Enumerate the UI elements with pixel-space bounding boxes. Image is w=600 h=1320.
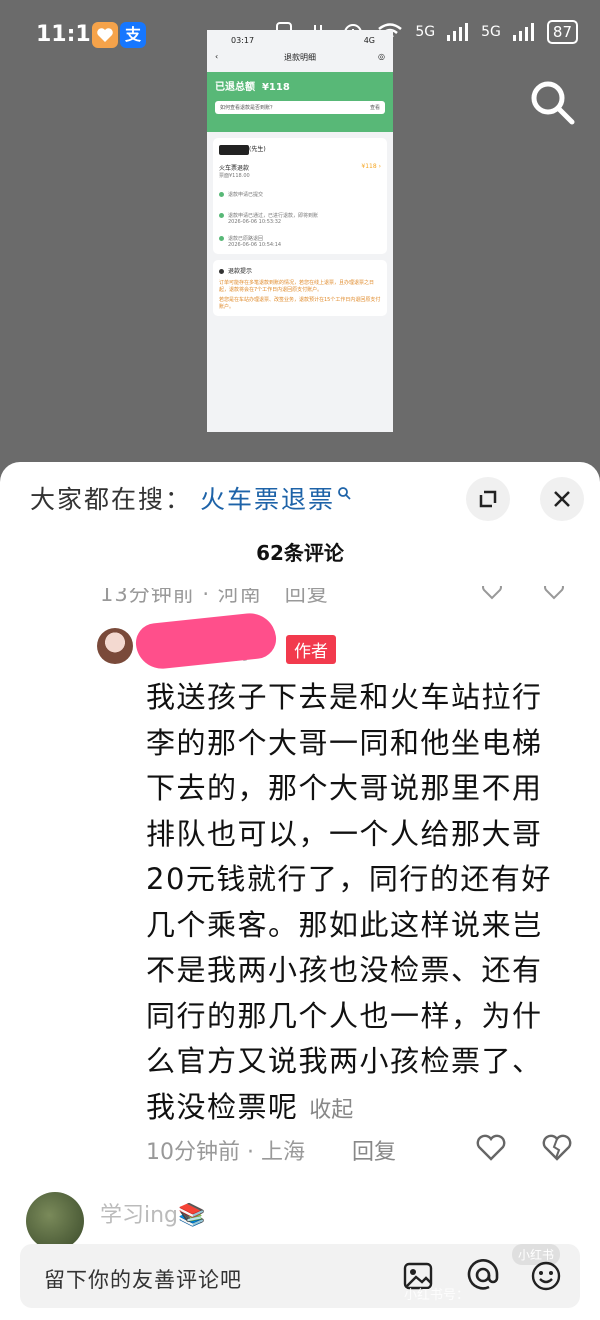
refund-tip-text: 如何查看退款是否到账？ — [220, 105, 276, 111]
hint-item: 若您是在车站办理退票、改签业务，退款预计在15个工作日内退回原支付账户。 — [219, 296, 381, 310]
step-dot-icon — [219, 235, 224, 241]
refund-step: 退款已原路退回 — [219, 235, 381, 242]
refund-total: 已退总额 ¥118 — [215, 78, 385, 93]
image-network: 4G — [363, 36, 375, 45]
collapse-button[interactable]: 收起 — [309, 1098, 353, 1123]
step-dot-icon — [219, 191, 224, 197]
step-time: 2026-06-06 10:54:14 — [228, 241, 282, 248]
comment-time-location: 10分钟前 · 上海 — [146, 1140, 305, 1165]
image-status-bar: 03:17 4G — [207, 30, 393, 52]
hint-icon — [219, 268, 224, 274]
alipay-icon: 支 — [120, 22, 146, 48]
search-icon[interactable] — [528, 78, 576, 126]
signal-label-2: 5G — [481, 24, 501, 40]
image-nav-title: 退款明细 — [284, 53, 316, 62]
refund-card: (先生) 火车票退款 ¥118 › 票面¥118.00 退款申请已提交 退款申请… — [213, 138, 387, 254]
refund-row: 火车票退款 ¥118 › — [219, 163, 381, 172]
post-image-refund-screenshot[interactable]: 03:17 4G ‹ 退款明细 ◎ 已退总额 ¥118 如何查看退款是否到账？ … — [207, 30, 393, 432]
refund-total-label: 已退总额 — [215, 82, 255, 93]
refund-steps: 退款申请已提交 退款申请已通过，已进行退款，即将到账 2026-06-06 10… — [219, 191, 381, 248]
search-small-icon — [338, 487, 351, 500]
refund-card-name: (先生) — [219, 144, 381, 155]
comment-line: 李的那个大哥一同和他坐电梯 — [146, 725, 543, 760]
avatar[interactable] — [97, 628, 133, 664]
refund-title: 火车票退款 — [219, 164, 250, 172]
refund-tip-link: 查看 — [369, 105, 380, 111]
comment-input-placeholder[interactable]: 留下你的友善评论吧 — [44, 1264, 242, 1294]
refund-amount: ¥118 › — [361, 162, 381, 170]
image-back-icon: ‹ — [215, 52, 219, 61]
refund-tip-bar: 如何查看退款是否到账？ 查看 — [215, 101, 385, 114]
signal-label-1: 5G — [415, 24, 436, 40]
comment-line: 么官方又说我两小孩检票了、 — [146, 1044, 543, 1078]
image-time: 03:17 — [231, 36, 255, 45]
clip-mask — [0, 576, 600, 586]
comment-line: 不是我两小孩也没检票、还有 — [146, 953, 543, 987]
refund-step: 退款申请已通过，已进行退款，即将到账 — [219, 212, 381, 219]
battery-level: 87 — [546, 20, 578, 44]
reply-button[interactable]: 回复 — [352, 1134, 396, 1166]
close-icon — [554, 491, 570, 507]
redaction — [219, 144, 249, 155]
signal-bars-icon — [447, 23, 469, 41]
expand-button[interactable] — [466, 477, 510, 521]
step-dot-icon — [219, 212, 224, 218]
step-time: 2026-06-06 10:53:32 — [228, 218, 282, 225]
watermark: 小红书号： — [404, 1288, 470, 1303]
refund-hint-card: 退款提示 订单可能存在多笔退款到账的情况，若您在线上退票，且办理退票之日起，退款… — [213, 259, 387, 316]
comment-body: 我送孩子下去是和火车站拉行 李的那个大哥一同和他坐电梯 下去的，那个大哥说那里不… — [146, 675, 566, 1133]
refund-total-value: ¥118 — [261, 82, 290, 93]
image-more-icon: ◎ — [378, 52, 385, 61]
like-heart-icon[interactable] — [474, 1130, 508, 1164]
author-badge: 作者 — [286, 635, 336, 664]
image-nav: ‹ 退款明细 ◎ — [207, 52, 393, 72]
expand-icon — [479, 490, 497, 508]
signal-bars-icon — [512, 23, 534, 41]
watermark-logo: 小红书 — [512, 1244, 561, 1265]
heart-app-icon — [92, 22, 118, 48]
comment-line: 20元钱就行了，同行的还有好 — [146, 862, 552, 896]
comment-line: 几个乘客。那如此这样说来岂 — [146, 907, 543, 942]
close-button[interactable] — [540, 477, 584, 521]
broken-heart-icon[interactable] — [540, 1130, 574, 1164]
comment-line: 排队也可以，一个人给那大哥 — [146, 816, 543, 851]
comment-line: 下去的，那个大哥说那里不用 — [146, 771, 543, 805]
refund-total-banner: 已退总额 ¥118 如何查看退款是否到账？ 查看 — [207, 72, 393, 132]
comment-count: 62条评论 — [256, 541, 344, 565]
comment-last-line: 我没检票呢 收起 — [146, 1089, 354, 1124]
next-comment-username[interactable]: 学习ing📚 — [100, 1197, 205, 1229]
ticket-price: 票面¥118.00 — [219, 172, 250, 179]
hint-title: 退款提示 — [219, 266, 381, 275]
comment-line: 我送孩子下去是和火车站拉行 — [146, 680, 543, 714]
trending-search-prefix: 大家都在搜： — [30, 485, 193, 514]
trending-search-keyword[interactable]: 火车票退票 — [200, 480, 335, 516]
avatar[interactable] — [26, 1192, 84, 1250]
hint-item: 订单可能存在多笔退款到账的情况，若您在线上退票，且办理退票之日起，退款将会在7个… — [219, 279, 375, 293]
refund-step: 退款申请已提交 — [219, 191, 381, 198]
comment-line: 同行的那几个人也一样，为什 — [146, 998, 543, 1033]
trending-search[interactable]: 大家都在搜： 火车票退票 — [30, 480, 351, 516]
mention-icon[interactable] — [466, 1258, 500, 1292]
